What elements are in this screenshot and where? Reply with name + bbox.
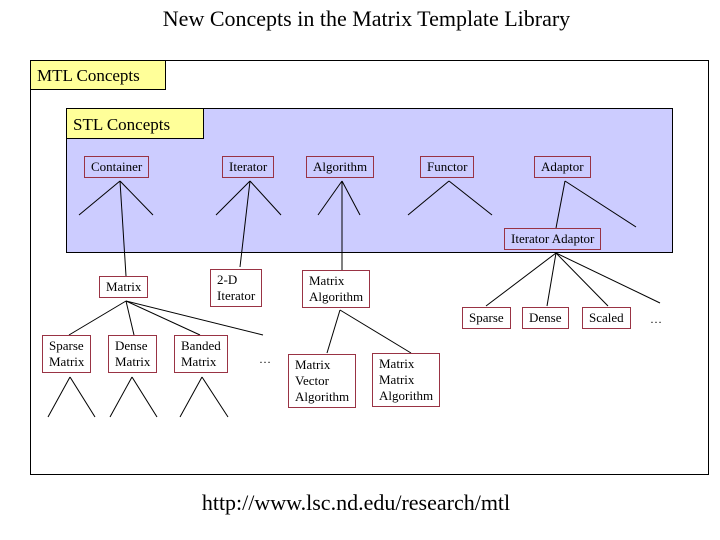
link-functor-right (448, 180, 493, 216)
node-matrix-algorithm-line2: Algorithm (309, 289, 364, 304)
link-iterator-2d (239, 180, 251, 268)
link-adaptor-iterator-adaptor (555, 180, 566, 229)
node-adaptor: Adaptor (534, 156, 591, 178)
adaptor-more-ellipsis: … (650, 312, 663, 326)
node-dense-matrix-line2: Matrix (115, 354, 151, 369)
node-dense-matrix: Dense Matrix (108, 335, 158, 373)
link-container-left (78, 180, 121, 216)
node-matrix-matrix-algorithm: Matrix Matrix Algorithm (372, 353, 441, 407)
node-algorithm: Algorithm (306, 156, 375, 178)
node-matrix-algorithm-line1: Matrix (309, 273, 345, 288)
link-bandedmatrix-right (201, 376, 229, 418)
link-matrix-banded (125, 300, 201, 336)
link-container-right (119, 180, 154, 216)
link-functor-left (407, 180, 450, 216)
link-densematrix-left (109, 376, 133, 418)
link-bandedmatrix-left (179, 376, 203, 418)
link-iteradaptor-scaled (555, 252, 609, 307)
link-iteradaptor-sparse (485, 252, 557, 307)
matrix-more-ellipsis: … (259, 352, 272, 366)
node-2d-iterator-line1: 2-D (217, 272, 238, 287)
node-banded-matrix-line1: Banded (181, 338, 221, 353)
node-container: Container (84, 156, 150, 178)
reference-url[interactable]: http://www.lsc.nd.edu/research/mtl (0, 490, 712, 516)
node-mv-line2: Vector (295, 373, 329, 388)
link-container-matrix (119, 180, 127, 277)
node-sparse-matrix-line1: Sparse (49, 338, 84, 353)
node-iterator: Iterator (222, 156, 275, 178)
node-banded-matrix: Banded Matrix (174, 335, 228, 373)
link-algorithm-left (317, 180, 343, 216)
link-matalg-mv (326, 309, 341, 354)
node-mv-line1: Matrix (295, 357, 331, 372)
node-functor: Functor (420, 156, 475, 178)
link-densematrix-right (131, 376, 158, 418)
node-iterator-adaptor: Iterator Adaptor (504, 228, 602, 250)
node-matrix-vector-algorithm: Matrix Vector Algorithm (288, 354, 357, 408)
link-iteradaptor-more (555, 252, 661, 304)
link-iteradaptor-dense (546, 252, 557, 307)
node-2d-iterator: 2-D Iterator (210, 269, 263, 307)
link-iterator-right (249, 180, 282, 216)
link-sparsematrix-right (69, 376, 96, 418)
node-mm-line2: Matrix (379, 372, 415, 387)
link-adaptor-right (564, 180, 637, 228)
node-sparse: Sparse (462, 307, 511, 329)
node-matrix-algorithm: Matrix Algorithm (302, 270, 371, 308)
node-2d-iterator-line2: Iterator (217, 288, 256, 303)
node-mv-line3: Algorithm (295, 389, 350, 404)
node-mm-line3: Algorithm (379, 388, 434, 403)
link-sparsematrix-left (47, 376, 71, 418)
node-sparse-matrix-line2: Matrix (49, 354, 85, 369)
link-matalg-mm (339, 309, 412, 354)
link-iterator-left (215, 180, 251, 216)
node-dense-matrix-line1: Dense (115, 338, 148, 353)
node-sparse-matrix: Sparse Matrix (42, 335, 92, 373)
link-algorithm-right (341, 180, 361, 216)
link-matrix-dense (125, 300, 135, 336)
node-scaled: Scaled (582, 307, 631, 329)
node-dense: Dense (522, 307, 569, 329)
link-matrix-sparse (68, 300, 127, 336)
node-mm-line1: Matrix (379, 356, 415, 371)
node-banded-matrix-line2: Matrix (181, 354, 217, 369)
node-matrix: Matrix (99, 276, 149, 298)
